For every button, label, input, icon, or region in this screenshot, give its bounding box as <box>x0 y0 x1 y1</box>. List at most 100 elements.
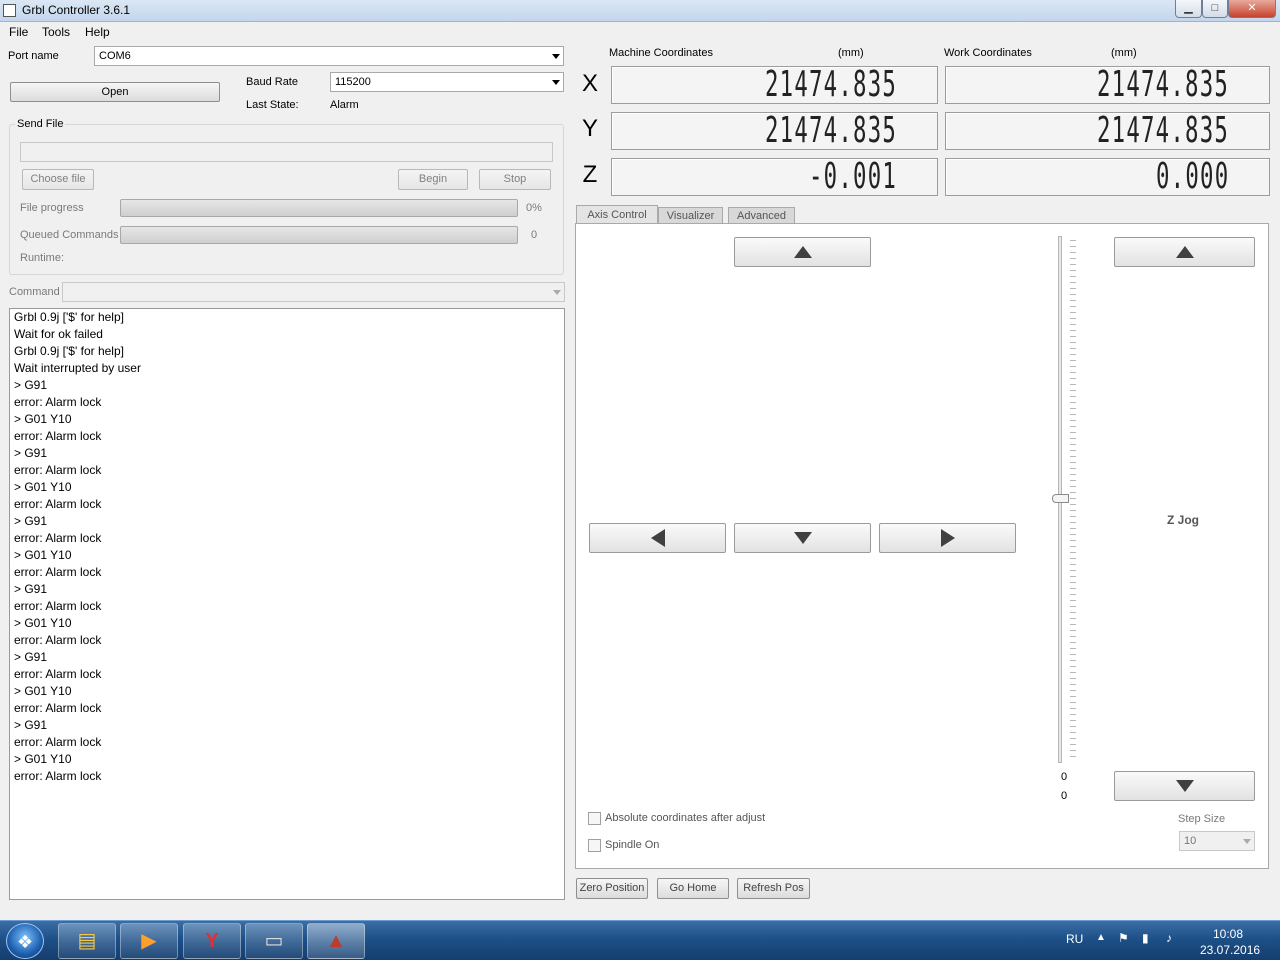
machine-y-display: 21474.835 <box>611 112 938 150</box>
zero-position-button[interactable]: Zero Position <box>576 878 648 899</box>
machine-coordinates-label: Machine Coordinates <box>609 47 713 59</box>
command-input[interactable] <box>62 282 565 302</box>
start-button[interactable]: ❖ <box>6 923 44 959</box>
console-line: > G91 <box>14 378 48 392</box>
arrow-right-icon <box>940 529 955 547</box>
menu-file[interactable]: File <box>9 25 28 39</box>
console-line: error: Alarm lock <box>14 701 102 715</box>
choose-file-button[interactable]: Choose file <box>22 169 94 190</box>
console-line: error: Alarm lock <box>14 667 102 681</box>
baud-rate-value: 115200 <box>335 76 371 88</box>
jog-x-plus-button[interactable] <box>879 523 1016 553</box>
console-line: > G01 Y10 <box>14 480 72 494</box>
last-state-value: Alarm <box>330 99 359 111</box>
arrow-left-icon <box>650 529 665 547</box>
refresh-pos-button[interactable]: Refresh Pos <box>737 878 810 899</box>
jog-y-minus-button[interactable] <box>734 523 871 553</box>
action-center-icon[interactable]: ⚑ <box>1118 931 1129 945</box>
taskbar-yandex-browser[interactable]: Y <box>183 923 241 959</box>
file-path-field <box>20 142 553 162</box>
volume-icon[interactable]: ♪ <box>1166 931 1172 945</box>
stop-button[interactable]: Stop <box>479 169 551 190</box>
taskbar: ❖ ▤ ▶ Y ▭ ▲ RU ▲ ⚑ ▮ ♪ 10:08 23.07.2016 <box>0 920 1280 960</box>
network-icon[interactable]: ▮ <box>1142 931 1149 945</box>
media-player-icon: ▶ <box>141 930 157 952</box>
minimize-button[interactable]: ▁ <box>1175 0 1202 18</box>
work-z-display: 0.000 <box>945 158 1270 196</box>
z-jog-label: Z Jog <box>1167 513 1199 527</box>
menu-help[interactable]: Help <box>85 25 110 39</box>
absolute-coordinates-checkbox[interactable] <box>588 812 601 825</box>
taskbar-grbl-controller[interactable]: ▲ <box>307 923 365 959</box>
yandex-browser-icon: Y <box>205 930 219 952</box>
clock-date[interactable]: 23.07.2016 <box>1200 943 1260 957</box>
language-indicator[interactable]: RU <box>1066 932 1083 946</box>
show-hidden-icons-icon[interactable]: ▲ <box>1096 932 1106 943</box>
tab-axis-control[interactable]: Axis Control <box>576 205 658 224</box>
spindle-on-label: Spindle On <box>605 839 660 851</box>
queued-commands-label: Queued Commands <box>20 229 119 241</box>
console-line: Grbl 0.9j ['$' for help] <box>14 344 124 358</box>
jog-y-plus-button[interactable] <box>734 237 871 267</box>
jog-x-minus-button[interactable] <box>589 523 726 553</box>
spindle-on-checkbox[interactable] <box>588 839 601 852</box>
clock-time[interactable]: 10:08 <box>1213 927 1243 941</box>
menu-tools[interactable]: Tools <box>42 25 70 39</box>
menu-bar: File Tools Help <box>0 22 1280 42</box>
machine-x-display: 21474.835 <box>611 66 938 104</box>
tab-advanced[interactable]: Advanced <box>728 207 795 224</box>
tab-visualizer[interactable]: Visualizer <box>658 207 723 224</box>
folder-icon: ▤ <box>77 930 97 952</box>
chevron-down-icon <box>552 54 560 59</box>
console-output[interactable]: Grbl 0.9j ['$' for help] Wait for ok fail… <box>9 308 565 900</box>
close-button[interactable]: ✕ <box>1228 0 1276 18</box>
machine-unit-label: (mm) <box>838 47 864 59</box>
chevron-down-icon <box>553 290 561 295</box>
step-size-select[interactable]: 10 <box>1179 831 1255 851</box>
cnc-machine-icon: ▲ <box>326 930 346 952</box>
console-line: error: Alarm lock <box>14 395 102 409</box>
maximize-button[interactable]: □ <box>1202 0 1228 18</box>
axis-label-y: Y <box>581 115 598 142</box>
file-progress-value: 0% <box>526 202 542 214</box>
absolute-coordinates-label: Absolute coordinates after adjust <box>605 812 766 824</box>
last-state-label: Last State: <box>246 99 299 111</box>
jog-z-plus-button[interactable] <box>1114 237 1255 267</box>
console-line: error: Alarm lock <box>14 769 102 783</box>
console-line: > G01 Y10 <box>14 752 72 766</box>
console-line: Wait interrupted by user <box>14 361 141 375</box>
console-line: Wait for ok failed <box>14 327 103 341</box>
axis-label-x: X <box>581 70 598 97</box>
window-title: Grbl Controller 3.6.1 <box>22 3 131 17</box>
go-home-button[interactable]: Go Home <box>657 878 729 899</box>
arrow-up-icon <box>793 246 812 258</box>
console-line: error: Alarm lock <box>14 531 102 545</box>
console-line: > G01 Y10 <box>14 616 72 630</box>
file-progress-label: File progress <box>20 202 84 214</box>
step-size-value: 10 <box>1184 835 1197 847</box>
port-name-select[interactable]: COM6 <box>94 46 564 66</box>
work-x-display: 21474.835 <box>945 66 1270 104</box>
port-name-value: COM6 <box>99 50 131 62</box>
baud-rate-select[interactable]: 115200 <box>330 72 564 92</box>
machine-z-display: -0.001 <box>611 158 938 196</box>
send-file-label: Send File <box>15 118 66 130</box>
slider-value-bottom: 0 <box>1061 790 1068 802</box>
open-button[interactable]: Open <box>10 82 220 102</box>
console-line: error: Alarm lock <box>14 735 102 749</box>
taskbar-media-player[interactable]: ▶ <box>120 923 178 959</box>
console-line: error: Alarm lock <box>14 633 102 647</box>
taskbar-explorer[interactable]: ▤ <box>58 923 116 959</box>
console-line: > G91 <box>14 446 48 460</box>
chevron-down-icon <box>1243 839 1251 844</box>
runtime-label: Runtime: <box>20 252 65 264</box>
jog-slider-handle[interactable] <box>1052 494 1069 503</box>
console-line: > G91 <box>14 718 48 732</box>
console-line: > G91 <box>14 650 48 664</box>
console-line: error: Alarm lock <box>14 429 102 443</box>
taskbar-app[interactable]: ▭ <box>245 923 303 959</box>
file-progress-bar <box>120 199 518 217</box>
jog-z-minus-button[interactable] <box>1114 771 1255 801</box>
begin-button[interactable]: Begin <box>398 169 468 190</box>
slider-value-top: 0 <box>1061 771 1068 783</box>
